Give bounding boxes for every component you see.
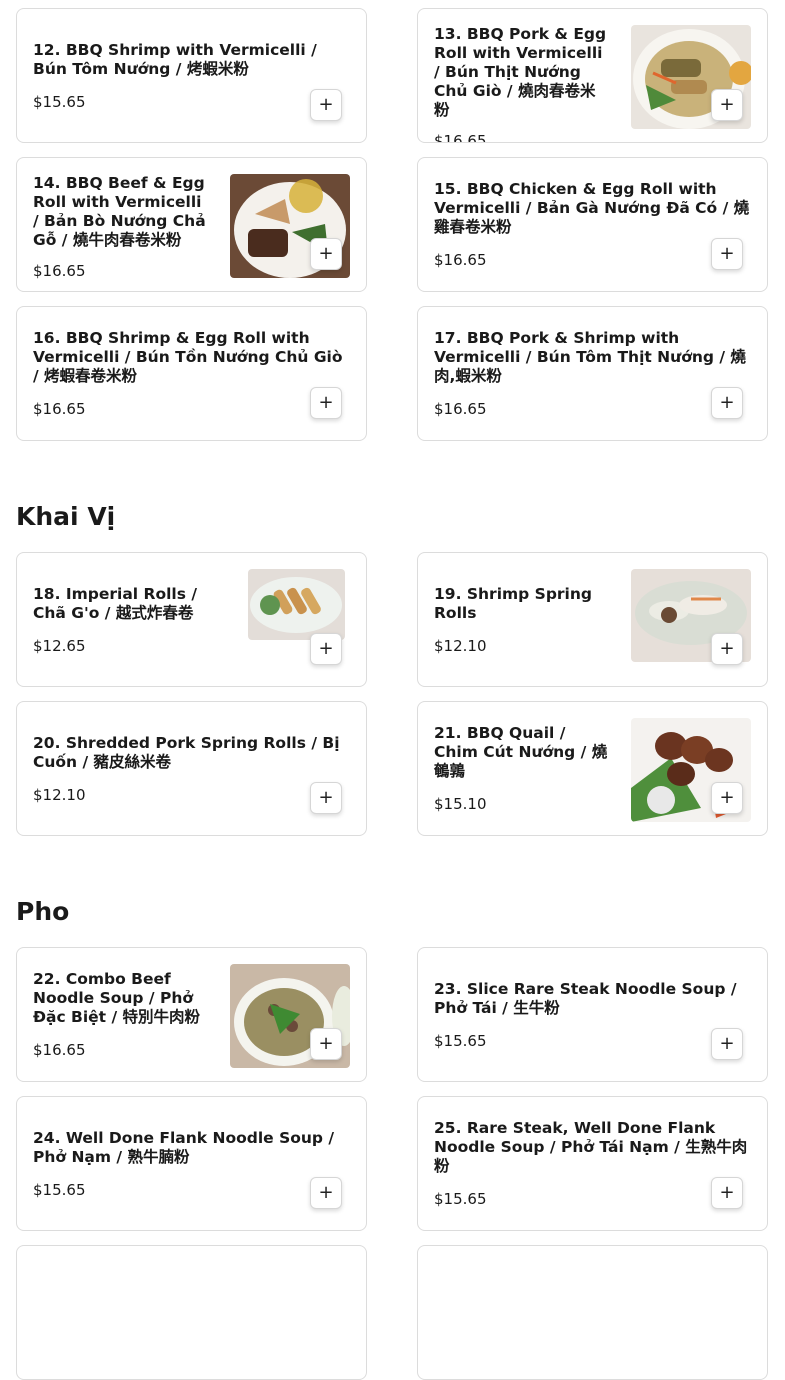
item-name: 14. BBQ Beef & Egg Roll with Vermicelli … — [33, 174, 206, 249]
item-name: 16. BBQ Shrimp & Egg Roll with Vermicell… — [33, 329, 343, 385]
add-to-cart-button[interactable]: + — [711, 387, 743, 419]
item-price: $16.65 — [33, 262, 86, 280]
item-name: 20. Shredded Pork Spring Rolls / Bị Cuốn… — [33, 733, 340, 771]
food-photo — [248, 569, 345, 640]
item-price: $16.65 — [434, 400, 487, 418]
item-name: 21. BBQ Quail / Chim Cút Nướng / 燒鵪鶉 — [434, 724, 608, 780]
add-to-cart-button[interactable]: + — [310, 633, 342, 665]
section-heading-pho: Pho — [16, 897, 70, 926]
item-price: $15.10 — [434, 795, 487, 813]
add-to-cart-button[interactable]: + — [310, 89, 342, 121]
item-name: 24. Well Done Flank Noodle Soup / Phở Nạ… — [33, 1128, 335, 1166]
menu-item-card[interactable]: 25. Rare Steak, Well Done Flank Noodle S… — [417, 1096, 768, 1231]
menu-item-card[interactable]: 15. BBQ Chicken & Egg Roll with Vermicel… — [417, 157, 768, 292]
add-to-cart-button[interactable]: + — [711, 89, 743, 121]
item-price: $12.65 — [33, 636, 86, 655]
menu-item-card[interactable] — [16, 1245, 367, 1380]
add-to-cart-button[interactable]: + — [310, 1177, 342, 1209]
add-to-cart-button[interactable]: + — [310, 1028, 342, 1060]
item-name: 15. BBQ Chicken & Egg Roll with Vermicel… — [434, 180, 750, 236]
item-price: $15.65 — [33, 1180, 86, 1199]
menu-item-card[interactable]: 12. BBQ Shrimp with Vermicelli / Bún Tôm… — [16, 8, 367, 143]
item-name: 13. BBQ Pork & Egg Roll with Vermicelli … — [434, 25, 607, 119]
add-to-cart-button[interactable]: + — [711, 633, 743, 665]
menu-item-card[interactable]: 13. BBQ Pork & Egg Roll with Vermicelli … — [417, 8, 768, 143]
item-name: 18. Imperial Rolls / Chã G'o / 越式炸春卷 — [33, 584, 197, 622]
menu-item-card[interactable]: 14. BBQ Beef & Egg Roll with Vermicelli … — [16, 157, 367, 292]
item-price: $12.10 — [33, 785, 86, 804]
add-to-cart-button[interactable]: + — [310, 782, 342, 814]
add-to-cart-button[interactable]: + — [711, 782, 743, 814]
menu-item-card[interactable] — [417, 1245, 768, 1380]
menu-item-card[interactable]: 17. BBQ Pork & Shrimp with Vermicelli / … — [417, 306, 768, 441]
menu-item-card[interactable]: 20. Shredded Pork Spring Rolls / Bị Cuốn… — [16, 701, 367, 836]
menu-item-card[interactable]: 16. BBQ Shrimp & Egg Roll with Vermicell… — [16, 306, 367, 441]
item-price: $15.65 — [33, 92, 86, 111]
item-name: 12. BBQ Shrimp with Vermicelli / Bún Tôm… — [33, 40, 317, 78]
item-price: $15.65 — [434, 1031, 487, 1050]
item-name: 25. Rare Steak, Well Done Flank Noodle S… — [434, 1119, 748, 1175]
item-price: $12.10 — [434, 636, 487, 655]
add-to-cart-button[interactable]: + — [711, 1028, 743, 1060]
item-price: $16.65 — [434, 251, 487, 269]
menu-item-card[interactable]: 18. Imperial Rolls / Chã G'o / 越式炸春卷 $12… — [16, 552, 367, 687]
item-name: 23. Slice Rare Steak Noodle Soup / Phở T… — [434, 979, 737, 1017]
menu-item-card[interactable]: 23. Slice Rare Steak Noodle Soup / Phở T… — [417, 947, 768, 1082]
menu-item-card[interactable]: 19. Shrimp Spring Rolls $12.10 + — [417, 552, 768, 687]
item-price: $16.65 — [33, 400, 86, 418]
item-price: $16.65 — [434, 132, 487, 143]
item-name: 17. BBQ Pork & Shrimp with Vermicelli / … — [434, 329, 746, 385]
menu-item-card[interactable]: 24. Well Done Flank Noodle Soup / Phở Nạ… — [16, 1096, 367, 1231]
add-to-cart-button[interactable]: + — [711, 238, 743, 270]
menu-item-card[interactable]: 21. BBQ Quail / Chim Cút Nướng / 燒鵪鶉 $15… — [417, 701, 768, 836]
add-to-cart-button[interactable]: + — [310, 238, 342, 270]
add-to-cart-button[interactable]: + — [711, 1177, 743, 1209]
menu-item-card[interactable]: 22. Combo Beef Noodle Soup / Phở Đặc Biệ… — [16, 947, 367, 1082]
item-name: 22. Combo Beef Noodle Soup / Phở Đặc Biệ… — [33, 970, 201, 1026]
section-heading-khai-vi: Khai Vị — [16, 502, 116, 531]
item-price: $15.65 — [434, 1190, 487, 1208]
item-name: 19. Shrimp Spring Rolls — [434, 584, 592, 622]
add-to-cart-button[interactable]: + — [310, 387, 342, 419]
item-price: $16.65 — [33, 1041, 86, 1059]
